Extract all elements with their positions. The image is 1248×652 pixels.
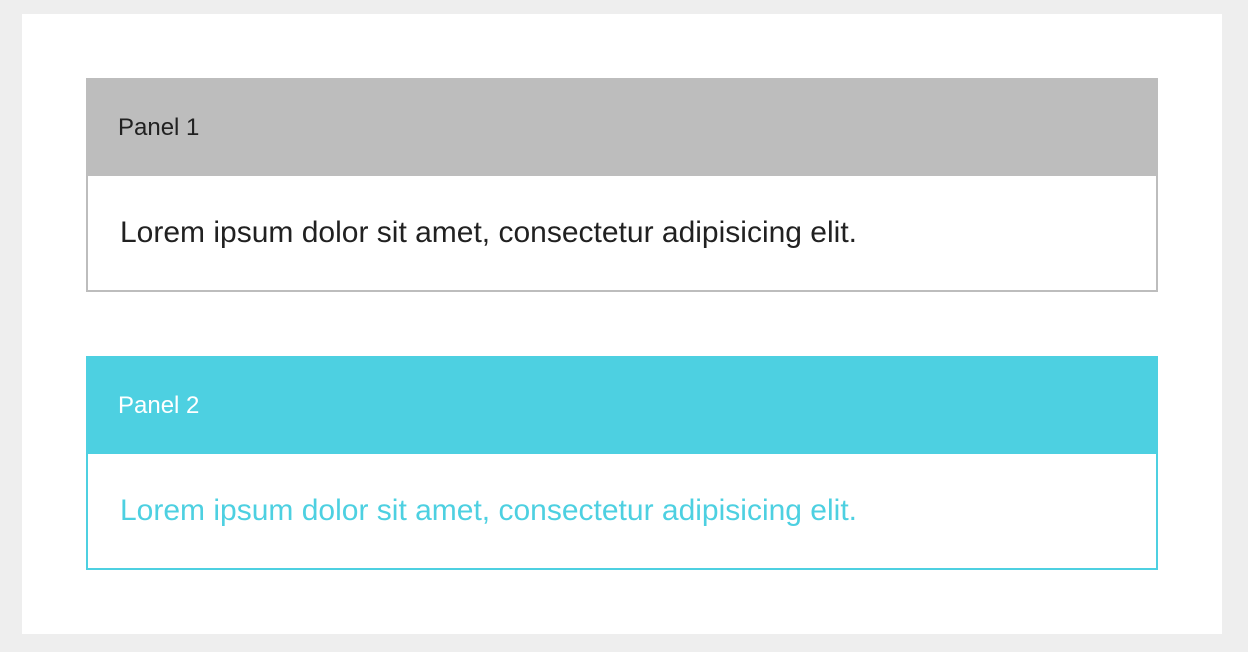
panel-1-header: Panel 1 — [88, 80, 1156, 176]
page-card: Panel 1 Lorem ipsum dolor sit amet, cons… — [22, 14, 1222, 634]
panel-2-body: Lorem ipsum dolor sit amet, consectetur … — [88, 454, 1156, 568]
panel-2-header: Panel 2 — [88, 358, 1156, 454]
panel-2-title: Panel 2 — [118, 392, 200, 419]
panel-1: Panel 1 Lorem ipsum dolor sit amet, cons… — [86, 78, 1158, 292]
panel-2-text: Lorem ipsum dolor sit amet, consectetur … — [120, 494, 857, 527]
panel-1-text: Lorem ipsum dolor sit amet, consectetur … — [120, 216, 857, 249]
panel-1-title: Panel 1 — [118, 114, 200, 141]
panel-2: Panel 2 Lorem ipsum dolor sit amet, cons… — [86, 356, 1158, 570]
panel-1-body: Lorem ipsum dolor sit amet, consectetur … — [88, 176, 1156, 290]
